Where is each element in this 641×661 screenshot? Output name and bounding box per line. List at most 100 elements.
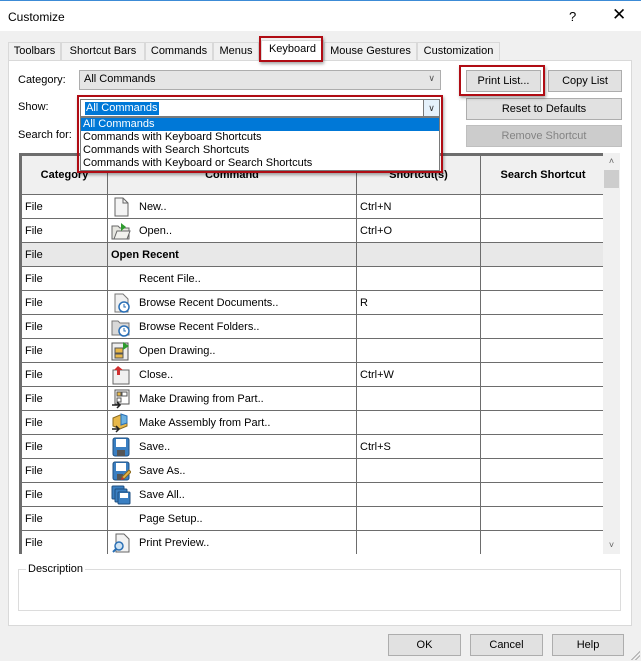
show-option-keyboard-or-search[interactable]: Commands with Keyboard or Search Shortcu…: [81, 157, 439, 170]
show-option-search[interactable]: Commands with Search Shortcuts: [81, 144, 439, 157]
cell-search-shortcut[interactable]: [480, 482, 603, 507]
cell-shortcut[interactable]: [356, 266, 481, 291]
cell-shortcut[interactable]: [356, 530, 481, 554]
cell-command: Make Drawing from Part..: [107, 386, 357, 411]
cell-command: Close..: [107, 362, 357, 387]
resize-grip[interactable]: [630, 650, 640, 660]
scroll-up-icon[interactable]: ˄: [603, 153, 620, 170]
remove-shortcut-button[interactable]: Remove Shortcut: [466, 125, 622, 147]
cell-shortcut[interactable]: [356, 482, 481, 507]
cell-category: File: [21, 386, 108, 411]
cell-search-shortcut[interactable]: [480, 458, 603, 483]
cell-search-shortcut[interactable]: [480, 362, 603, 387]
table-row[interactable]: File Open Recent: [21, 242, 603, 267]
cell-category: File: [21, 194, 108, 219]
cell-search-shortcut[interactable]: [480, 242, 603, 267]
search-label: Search for:: [18, 129, 72, 141]
table-row[interactable]: File Close.. Ctrl+W: [21, 362, 603, 387]
close-icon[interactable]: ✕: [612, 6, 626, 23]
cell-shortcut[interactable]: R: [356, 290, 481, 315]
cell-search-shortcut[interactable]: [480, 434, 603, 459]
help-icon[interactable]: ?: [569, 9, 576, 24]
tab-commands[interactable]: Commands: [145, 42, 213, 60]
cell-shortcut[interactable]: [356, 386, 481, 411]
cell-shortcut[interactable]: Ctrl+W: [356, 362, 481, 387]
cell-shortcut[interactable]: [356, 458, 481, 483]
tab-customization[interactable]: Customization: [417, 42, 500, 60]
save-all-icon: [111, 485, 131, 505]
cell-shortcut[interactable]: Ctrl+O: [356, 218, 481, 243]
command-label: Open Recent: [111, 248, 179, 261]
cell-search-shortcut[interactable]: [480, 338, 603, 363]
cell-search-shortcut[interactable]: [480, 266, 603, 291]
command-label: Make Drawing from Part..: [139, 392, 264, 405]
cell-category: File: [21, 242, 108, 267]
cell-shortcut[interactable]: Ctrl+N: [356, 194, 481, 219]
table-row[interactable]: File Make Assembly from Part..: [21, 410, 603, 435]
tab-keyboard[interactable]: Keyboard: [261, 40, 324, 61]
command-entry: Recent File..: [111, 269, 356, 289]
tab-shortcut-bars[interactable]: Shortcut Bars: [61, 42, 145, 60]
copy-list-button[interactable]: Copy List: [548, 70, 622, 92]
ok-button[interactable]: OK: [388, 634, 461, 656]
cell-category: File: [21, 410, 108, 435]
cell-command: Recent File..: [107, 266, 357, 291]
table-row[interactable]: File Open.. Ctrl+O: [21, 218, 603, 243]
cell-command: Open Recent: [107, 242, 357, 267]
cell-shortcut[interactable]: [356, 314, 481, 339]
tab-menus[interactable]: Menus: [213, 42, 259, 60]
tab-mouse-gestures[interactable]: Mouse Gestures: [324, 42, 417, 60]
cell-search-shortcut[interactable]: [480, 410, 603, 435]
window-title: Customize: [8, 10, 65, 24]
close-document-icon: [111, 365, 131, 385]
table-row[interactable]: File Browse Recent Folders..: [21, 314, 603, 339]
cell-search-shortcut[interactable]: [480, 218, 603, 243]
category-dropdown[interactable]: All Commands ∨: [79, 70, 441, 90]
cell-search-shortcut[interactable]: [480, 530, 603, 554]
cell-shortcut[interactable]: [356, 338, 481, 363]
cell-search-shortcut[interactable]: [480, 194, 603, 219]
cell-shortcut[interactable]: [356, 410, 481, 435]
table-row[interactable]: File Recent File..: [21, 266, 603, 291]
cell-shortcut[interactable]: [356, 242, 481, 267]
show-option-keyboard[interactable]: Commands with Keyboard Shortcuts: [81, 131, 439, 144]
table-row[interactable]: File Save All..: [21, 482, 603, 507]
command-label: Browse Recent Folders..: [139, 320, 260, 333]
table-row[interactable]: File Save As..: [21, 458, 603, 483]
table-row[interactable]: File Page Setup..: [21, 506, 603, 531]
print-list-button[interactable]: Print List...: [466, 70, 541, 92]
scroll-down-icon[interactable]: ˅: [603, 537, 620, 554]
title-bar: Customize ? ✕: [0, 1, 641, 31]
header-search-shortcut[interactable]: Search Shortcut: [480, 155, 603, 195]
cell-command: Save All..: [107, 482, 357, 507]
cell-search-shortcut[interactable]: [480, 506, 603, 531]
cell-search-shortcut[interactable]: [480, 386, 603, 411]
help-button[interactable]: Help: [552, 634, 624, 656]
table-row[interactable]: File New.. Ctrl+N: [21, 194, 603, 219]
tab-toolbars[interactable]: Toolbars: [8, 42, 61, 60]
cell-category: File: [21, 434, 108, 459]
cell-command: Page Setup..: [107, 506, 357, 531]
table-row[interactable]: File Save.. Ctrl+S: [21, 434, 603, 459]
grid-scrollbar[interactable]: ˄ ˅: [603, 153, 620, 554]
show-option-all[interactable]: All Commands: [81, 118, 439, 131]
command-entry: Make Assembly from Part..: [111, 412, 356, 433]
command-entry: Close..: [111, 365, 356, 385]
reset-defaults-button[interactable]: Reset to Defaults: [466, 98, 622, 120]
cancel-button[interactable]: Cancel: [470, 634, 543, 656]
table-row[interactable]: File Browse Recent Documents.. R: [21, 290, 603, 315]
scroll-thumb[interactable]: [604, 170, 619, 188]
chevron-down-icon[interactable]: ∨: [423, 100, 439, 116]
table-row[interactable]: File Make Drawing from Part..: [21, 386, 603, 411]
cell-category: File: [21, 266, 108, 291]
cell-command: Make Assembly from Part..: [107, 410, 357, 435]
save-icon: [111, 437, 131, 457]
table-row[interactable]: File Open Drawing..: [21, 338, 603, 363]
cell-shortcut[interactable]: [356, 506, 481, 531]
cell-shortcut[interactable]: Ctrl+S: [356, 434, 481, 459]
cell-search-shortcut[interactable]: [480, 314, 603, 339]
cell-search-shortcut[interactable]: [480, 290, 603, 315]
show-label: Show:: [18, 101, 49, 113]
table-row[interactable]: File Print Preview..: [21, 530, 603, 554]
show-dropdown[interactable]: All Commands ∨: [80, 99, 440, 117]
